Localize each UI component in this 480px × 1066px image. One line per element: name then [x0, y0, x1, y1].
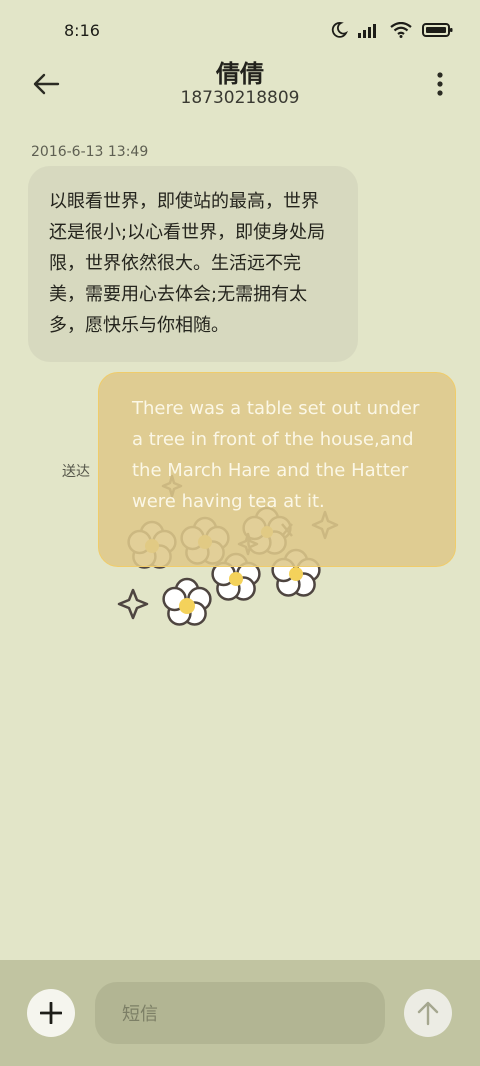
- wifi-icon: [390, 22, 412, 38]
- message-timestamp: 2016-6-13 13:49: [31, 144, 149, 160]
- battery-icon: [422, 22, 454, 38]
- status-icons: [330, 19, 454, 41]
- send-button[interactable]: [404, 989, 452, 1037]
- plus-icon: [40, 1002, 62, 1024]
- message-input[interactable]: 短信: [95, 982, 385, 1044]
- outgoing-message-text: There was a table set out under a tree i…: [132, 398, 420, 512]
- more-options-button[interactable]: [428, 66, 452, 102]
- outgoing-message-bubble[interactable]: There was a table set out under a tree i…: [98, 372, 456, 567]
- more-vertical-icon: [437, 72, 443, 96]
- compose-bar: 短信: [0, 960, 480, 1066]
- message-input-placeholder: 短信: [122, 1004, 158, 1025]
- incoming-message-bubble[interactable]: 以眼看世界，即使站的最高，世界还是很小;以心看世界，即使身处局限，世界依然很大。…: [28, 166, 358, 362]
- status-time: 8:16: [64, 21, 100, 40]
- contact-name: 倩倩: [216, 60, 264, 88]
- add-attachment-button[interactable]: [27, 989, 75, 1037]
- incoming-message-text: 以眼看世界，即使站的最高，世界还是很小;以心看世界，即使身处局限，世界依然很大。…: [49, 191, 326, 336]
- conversation-header: 倩倩 18730218809: [0, 52, 480, 122]
- signal-icon: [358, 22, 380, 38]
- delivery-status: 送达: [62, 464, 90, 480]
- moon-icon: [330, 21, 348, 39]
- arrow-up-icon: [417, 1001, 439, 1026]
- contact-number: 18730218809: [180, 88, 300, 108]
